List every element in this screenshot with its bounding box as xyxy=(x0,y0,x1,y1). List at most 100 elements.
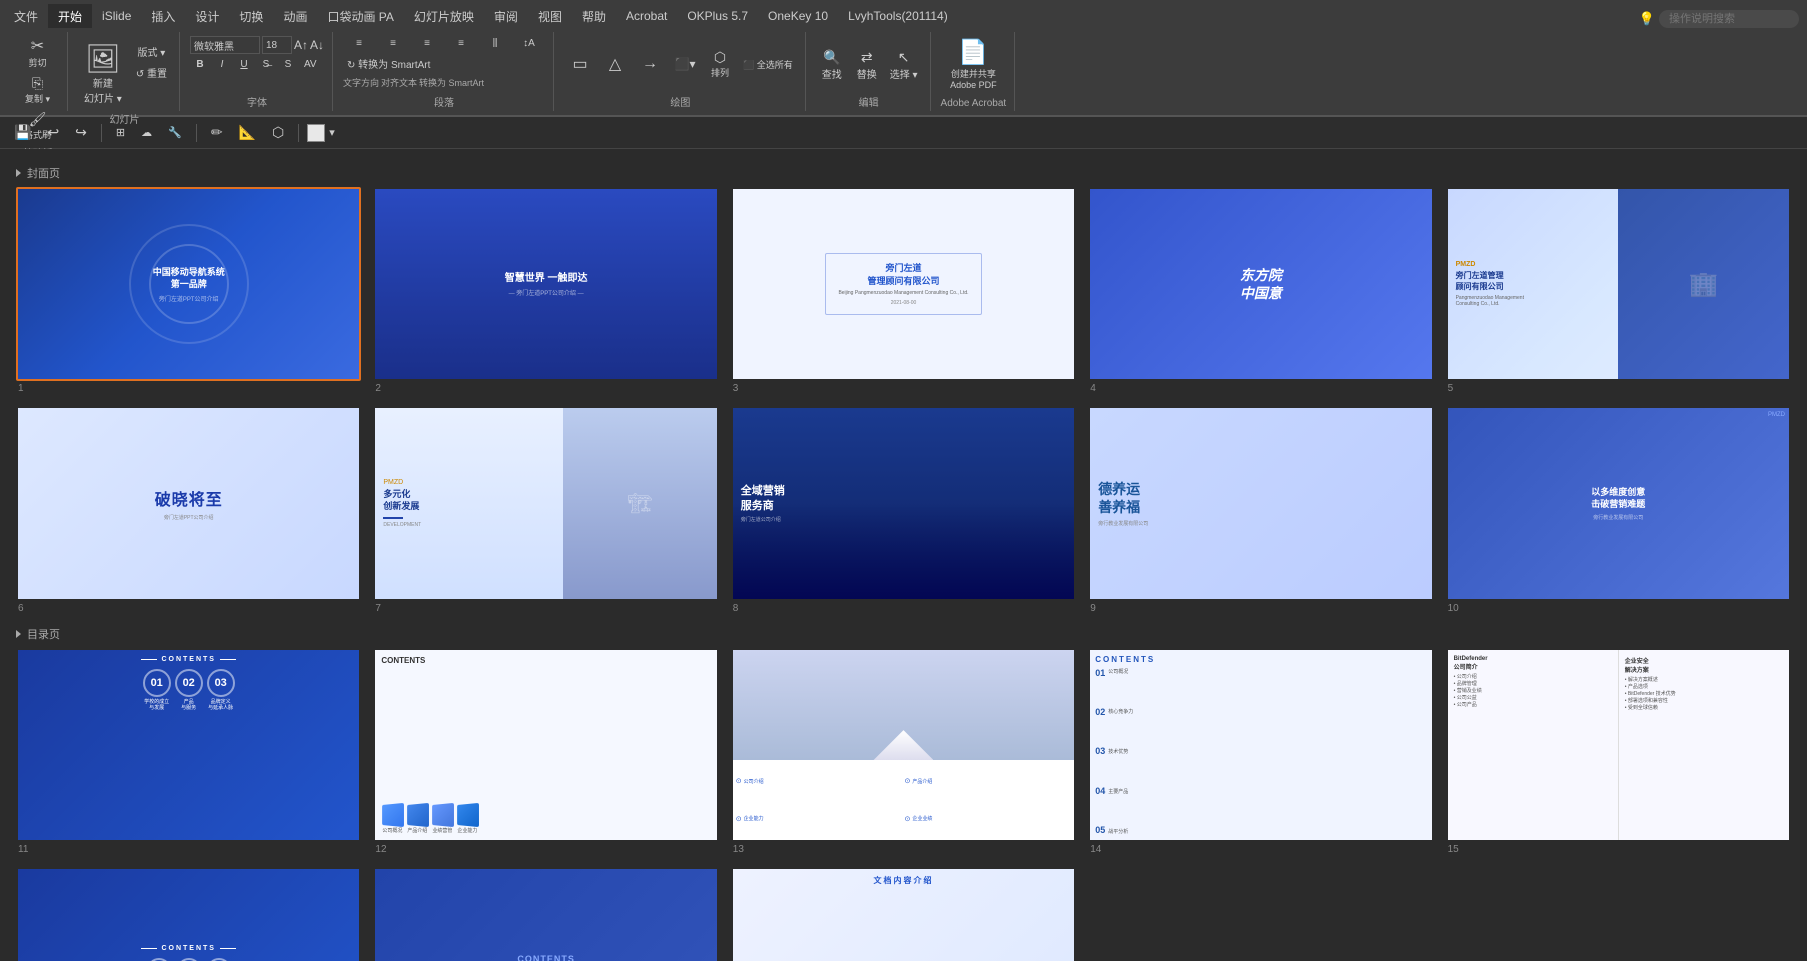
tab-slideshow[interactable]: 幻灯片放映 xyxy=(404,4,484,28)
arrange-button[interactable]: ⬡ 排列 xyxy=(704,47,736,81)
align-right-button[interactable]: ≡ xyxy=(411,36,443,51)
slide-item-2[interactable]: 智慧世界 一触即达 — 旁门左道PPT公司介绍 — 2 xyxy=(373,187,718,394)
slide-item-10[interactable]: PMZD 以多维度创意击破营销难题 旁行教业发展有限公司 10 xyxy=(1446,406,1791,613)
slide-thumb-9[interactable]: 德养运善养福 旁行教业发展有限公司 xyxy=(1088,406,1433,600)
redo-button[interactable]: ↪ xyxy=(69,122,93,143)
slide-item-1[interactable]: 中国移动导航系统第一品牌 旁门左道PPT公司介绍 1 xyxy=(16,187,361,394)
slide-thumb-4[interactable]: 东方院中国意 xyxy=(1088,187,1433,381)
tab-file[interactable]: 文件 xyxy=(4,4,48,28)
slide-thumb-12[interactable]: CONTENTS 公司概况 产品介绍 xyxy=(373,648,718,842)
section-triangle-icon2 xyxy=(16,630,21,638)
smartart-button[interactable]: ↻ 转换为 SmartArt xyxy=(343,54,434,73)
tab-design[interactable]: 设计 xyxy=(185,4,229,28)
slide-item-17[interactable]: CONTENTS 17 xyxy=(373,867,718,961)
copy-button[interactable]: ⎘ 复制 ▾ xyxy=(20,73,55,107)
cut-button[interactable]: ✂ 剪切 xyxy=(20,34,55,71)
slide-item-15[interactable]: BitDefender公司简介 • 公司介绍 • 品牌管理 • 营销及业绩 • … xyxy=(1446,648,1791,855)
slide-item-11[interactable]: CONTENTS 01 学校的成立与发展 02 产品与服务 xyxy=(16,648,361,855)
slide-item-12[interactable]: CONTENTS 公司概况 产品介绍 xyxy=(373,648,718,855)
slide-thumb-2[interactable]: 智慧世界 一触即达 — 旁门左道PPT公司介绍 — xyxy=(373,187,718,381)
slide-thumb-7[interactable]: PMZD 多元化创新发展 DEVELOPMENT 🏗 xyxy=(373,406,718,600)
search-input[interactable] xyxy=(1659,10,1799,28)
slide-item-5[interactable]: PMZD 旁门左道管理顾问有限公司 Pangmenzuodao Manageme… xyxy=(1446,187,1791,394)
shape-rect[interactable]: ▭ xyxy=(564,52,596,76)
font-size-down[interactable]: A↓ xyxy=(310,38,324,52)
toolbar-dropdown[interactable]: ▾ xyxy=(329,126,335,139)
slide-item-18[interactable]: 文档内容介绍 18 xyxy=(731,867,1076,961)
toolbar-ruler[interactable]: 📐 xyxy=(233,122,262,143)
slide-item-3[interactable]: 旁门左道管理顾问有限公司 Beijing Pangmenzuodao Manag… xyxy=(731,187,1076,394)
toolbar-extra2[interactable]: ☁ xyxy=(135,124,158,141)
justify-button[interactable]: ≡ xyxy=(445,36,477,51)
group-clipboard: ✂ 剪切 ⎘ 复制 ▾ 🖌 格式刷 剪贴板 xyxy=(8,32,68,111)
reset-button[interactable]: ↺ 重置 xyxy=(132,63,171,82)
slide-thumb-3[interactable]: 旁门左道管理顾问有限公司 Beijing Pangmenzuodao Manag… xyxy=(731,187,1076,381)
toolbar-extra[interactable]: ⊞ xyxy=(110,124,131,141)
group-adobe: 📄 创建并共享Adobe PDF Adobe Acrobat xyxy=(933,32,1016,111)
slide-thumb-13[interactable]: ⊙ 公司介绍 ⊙ 产品介绍 ⊙ 企业能力 ⊙ 企业业绩 xyxy=(731,648,1076,842)
tab-insert[interactable]: 插入 xyxy=(141,4,185,28)
slide-item-14[interactable]: CONTENTS 01 02 03 04 05 公司概况 核 xyxy=(1088,648,1433,855)
slide-thumb-14[interactable]: CONTENTS 01 02 03 04 05 公司概况 核 xyxy=(1088,648,1433,842)
toolbar-extra3[interactable]: 🔧 xyxy=(162,124,188,141)
color-picker[interactable] xyxy=(307,124,325,142)
replace-button[interactable]: ⇄ 替换 xyxy=(851,47,883,83)
select-button[interactable]: ↖ 选择 ▾ xyxy=(886,47,922,83)
bold-button[interactable]: B xyxy=(190,57,210,72)
find-button[interactable]: 🔍 查找 xyxy=(816,47,848,83)
slide-thumb-15[interactable]: BitDefender公司简介 • 公司介绍 • 品牌管理 • 营销及业绩 • … xyxy=(1446,648,1791,842)
shape-arrow[interactable]: → xyxy=(634,53,666,75)
slide-thumb-1[interactable]: 中国移动导航系统第一品牌 旁门左道PPT公司介绍 xyxy=(16,187,361,381)
tab-pa[interactable]: 口袋动画 PA xyxy=(317,4,403,28)
slide-item-8[interactable]: 全域营销服务商 旁门左道公司介绍 8 xyxy=(731,406,1076,613)
slide-thumb-18[interactable]: 文档内容介绍 xyxy=(731,867,1076,961)
slide-item-4[interactable]: 东方院中国意 4 xyxy=(1088,187,1433,394)
save-button[interactable]: 💾 xyxy=(8,122,37,143)
slide-item-7[interactable]: PMZD 多元化创新发展 DEVELOPMENT 🏗 7 xyxy=(373,406,718,613)
slide-thumb-11[interactable]: CONTENTS 01 学校的成立与发展 02 产品与服务 xyxy=(16,648,361,842)
slide-thumb-5[interactable]: PMZD 旁门左道管理顾问有限公司 Pangmenzuodao Manageme… xyxy=(1446,187,1791,381)
tab-review[interactable]: 审阅 xyxy=(484,4,528,28)
adobe-pdf-button[interactable]: 📄 创建并共享Adobe PDF xyxy=(944,34,1003,94)
align-left-button[interactable]: ≡ xyxy=(343,36,375,51)
italic-button[interactable]: I xyxy=(212,57,232,72)
toolbar-shapes[interactable]: ⬡ xyxy=(266,122,290,143)
tab-home[interactable]: 开始 xyxy=(48,4,92,28)
align-center-button[interactable]: ≡ xyxy=(377,36,409,51)
slide-thumb-8[interactable]: 全域营销服务商 旁门左道公司介绍 xyxy=(731,406,1076,600)
strikethrough-button[interactable]: S̶ xyxy=(256,57,276,72)
tab-acrobat[interactable]: Acrobat xyxy=(616,4,677,28)
shape-more[interactable]: ⬛▾ xyxy=(669,55,701,73)
slide-item-6[interactable]: 破晓将至 旁门左道PPT公司介绍 6 xyxy=(16,406,361,613)
tab-animation[interactable]: 动画 xyxy=(273,4,317,28)
slide-item-13[interactable]: ⊙ 公司介绍 ⊙ 产品介绍 ⊙ 企业能力 ⊙ 企业业绩 xyxy=(731,648,1076,855)
layout-button[interactable]: 版式 ▾ xyxy=(132,42,171,61)
editing-label: 编辑 xyxy=(859,92,879,109)
tab-transition[interactable]: 切换 xyxy=(229,4,273,28)
slide-thumb-17[interactable]: CONTENTS xyxy=(373,867,718,961)
font-size-up[interactable]: A↑ xyxy=(294,38,308,52)
slide-thumb-16[interactable]: CONTENTS 01 02 03 xyxy=(16,867,361,961)
select-all-button[interactable]: ⬛ 全选所有 xyxy=(739,56,797,73)
spacing-button[interactable]: AV xyxy=(300,57,321,72)
tab-help[interactable]: 帮助 xyxy=(572,4,616,28)
slide-thumb-6[interactable]: 破晓将至 旁门左道PPT公司介绍 xyxy=(16,406,361,600)
tab-islide[interactable]: iSlide xyxy=(92,4,141,28)
slide-item-9[interactable]: 德养运善养福 旁行教业发展有限公司 9 xyxy=(1088,406,1433,613)
font-size-input[interactable] xyxy=(262,36,292,54)
shadow-button[interactable]: S xyxy=(278,57,298,72)
shape-triangle[interactable]: △ xyxy=(599,52,631,76)
tab-lvyh[interactable]: LvyhTools(201114) xyxy=(838,4,958,28)
slide-item-16[interactable]: CONTENTS 01 02 03 16 xyxy=(16,867,361,961)
undo-button[interactable]: ↩ xyxy=(41,122,65,143)
text-direction-button[interactable]: ↕A xyxy=(513,36,545,51)
tab-onekey[interactable]: OneKey 10 xyxy=(758,4,838,28)
tab-view[interactable]: 视图 xyxy=(528,4,572,28)
tab-okplus[interactable]: OKPlus 5.7 xyxy=(677,4,758,28)
new-slide-button[interactable]: 🖼 新建 幻灯片 ▾ xyxy=(78,38,128,109)
font-family-input[interactable] xyxy=(190,36,260,54)
underline-button[interactable]: U xyxy=(234,57,254,72)
column-button[interactable]: ⫼ xyxy=(479,36,511,51)
slide-thumb-10[interactable]: PMZD 以多维度创意击破营销难题 旁行教业发展有限公司 xyxy=(1446,406,1791,600)
toolbar-pencil[interactable]: ✏ xyxy=(205,122,229,143)
